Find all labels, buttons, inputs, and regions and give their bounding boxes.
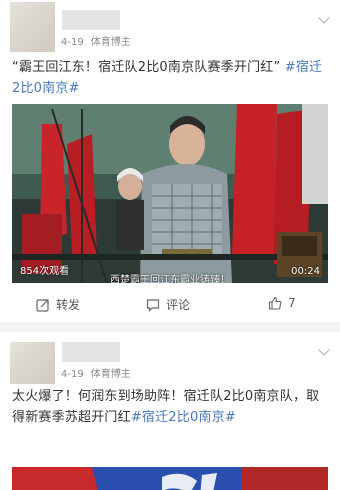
post-text: 太火爆了！何润东到场助阵！宿迁队2比0南京队，取得新赛季苏超开门红#宿迁2比0南… [12, 386, 330, 428]
post-card: 4-19 体育博主 太火爆了！何润东到场助阵！宿迁队2比0南京队，取得新赛季苏超开… [0, 332, 340, 490]
comment-label: 评论 [166, 298, 191, 312]
chevron-down-icon[interactable] [318, 12, 330, 24]
thumbs-up-icon [268, 296, 282, 310]
username-blurred[interactable] [62, 10, 120, 30]
avatar[interactable] [10, 342, 55, 384]
like-count: 7 [288, 296, 296, 310]
post-meta: 4-19 体育博主 [61, 365, 131, 380]
video-player[interactable]: 854次观看 00:24 西楚霸王回江东霸业铸臻！ [12, 104, 328, 283]
post-text: “霸王回江东！宿迁队2比0南京队赛季开门红” #宿迁2比0南京# [12, 57, 330, 99]
post-image-frame [12, 467, 328, 490]
post-text-body: “霸王回江东！宿迁队2比0南京队赛季开门红” [12, 60, 281, 75]
like-button[interactable]: 7 [268, 296, 296, 310]
username-blurred[interactable] [62, 342, 120, 362]
chevron-down-icon[interactable] [318, 344, 330, 356]
repost-icon [36, 298, 49, 312]
video-subtitle: 西楚霸王回江东霸业铸臻！ [110, 275, 230, 283]
post-image[interactable] [12, 467, 328, 490]
video-frame [12, 104, 328, 283]
repost-label: 转发 [56, 298, 81, 312]
repost-button[interactable]: 转发 [36, 296, 80, 313]
post-source: 体育博主 [90, 369, 131, 380]
post-date: 4-19 [61, 37, 84, 48]
post-meta: 4-19 体育博主 [61, 33, 131, 48]
post-card: 4-19 体育博主 “霸王回江东！宿迁队2比0南京队赛季开门红” #宿迁2比0南京… [0, 0, 340, 322]
comment-button[interactable]: 评论 [146, 296, 190, 313]
avatar[interactable] [10, 2, 55, 52]
post-source: 体育博主 [90, 37, 131, 48]
hashtag-link[interactable]: #宿迁2比0南京# [131, 410, 236, 425]
comment-icon [146, 298, 160, 312]
action-bar: 转发 评论 7 [0, 290, 340, 322]
post-date: 4-19 [61, 369, 84, 380]
